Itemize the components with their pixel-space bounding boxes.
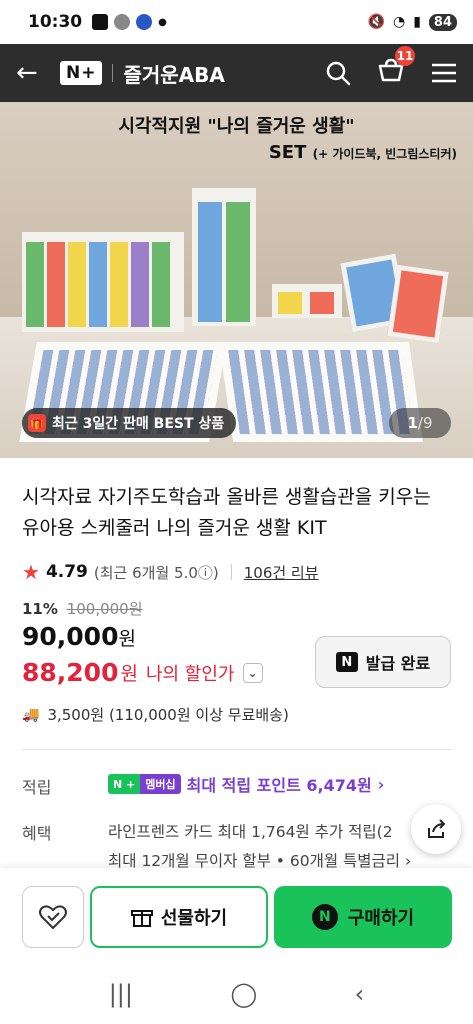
app-header: ← N+ 즐거운ABA 11	[0, 44, 473, 102]
my-price-value: 88,200	[22, 658, 119, 687]
sale-price-value: 90,000	[22, 622, 119, 651]
rating-row: ★ 4.79 (최근 6개월 5.0ⓘ) 106건 리뷰	[22, 560, 319, 584]
image-caption-set-sub: (+ 가이드북, 빈그림스티커)	[312, 147, 457, 161]
my-price-unit: 원	[120, 663, 138, 685]
truck-icon: 🚚	[22, 706, 40, 723]
app-notification-icon	[92, 14, 109, 30]
buy-button-label: 구매하기	[347, 908, 415, 929]
n-logo-icon: N	[335, 652, 358, 672]
easel-card-image	[272, 284, 342, 318]
share-icon	[428, 819, 446, 838]
gift-box-icon	[130, 910, 153, 927]
store-title[interactable]: 즐거운ABA	[123, 59, 224, 88]
membership-badge: N + 멤버십	[108, 774, 181, 794]
cart-button[interactable]: 11	[377, 46, 415, 88]
buy-button[interactable]: N 구매하기	[274, 886, 452, 948]
cup-notification-icon	[114, 14, 131, 30]
more-dot-icon: ●	[158, 16, 167, 28]
system-nav-bar: ||| ◯ ‹	[0, 964, 473, 1024]
points-row[interactable]: N + 멤버십 최대 적립 포인트 6,474원 ›	[108, 772, 384, 796]
gift-button[interactable]: 선물하기	[90, 886, 268, 948]
pager-total: /9	[417, 414, 433, 432]
cart-count-badge: 11	[395, 46, 415, 66]
membership-badge-n: N +	[108, 774, 141, 794]
section-divider	[22, 749, 452, 750]
share-button[interactable]	[411, 804, 461, 854]
points-text: 최대 적립 포인트 6,474원	[186, 776, 372, 795]
gift-button-label: 선물하기	[160, 908, 228, 929]
tall-board-image	[192, 188, 256, 326]
pager-current: 1	[407, 414, 418, 432]
wifi-icon: ◔	[392, 14, 406, 30]
image-caption-set-label: SET	[268, 142, 307, 163]
chevron-down-icon[interactable]: ⌄	[242, 662, 263, 683]
notification-icons: ●	[92, 14, 167, 30]
benefit-label: 혜택	[22, 824, 52, 843]
image-caption-title: 시각적지원 "나의 즐거운 생활"	[118, 116, 355, 137]
membership-badge-label: 멤버십	[140, 774, 181, 794]
original-price: 100,000원	[66, 600, 143, 618]
emotion-cards-image	[340, 253, 449, 348]
search-icon[interactable]	[325, 60, 351, 86]
header-actions: 11	[325, 46, 457, 88]
points-label: 적립	[22, 778, 52, 797]
sale-price: 90,000원	[22, 622, 136, 651]
discount-row: 11% 100,000원	[22, 598, 143, 619]
image-caption-set: SET (+ 가이드북, 빈그림스티커)	[269, 142, 457, 163]
signal-icon: ▮	[413, 14, 421, 30]
rating-recent[interactable]: (최근 6개월 5.0ⓘ)	[94, 562, 219, 583]
color-stripes-image	[26, 242, 170, 327]
review-count-link[interactable]: 106건 리뷰	[244, 562, 319, 583]
wishlist-button[interactable]	[22, 886, 84, 948]
back-arrow-icon[interactable]: ←	[16, 58, 52, 88]
product-title: 시각자료 자기주도학습과 올바른 생활습관을 키우는 유아용 스케줄러 나의 즐…	[22, 486, 431, 539]
sale-price-unit: 원	[118, 628, 136, 650]
coupon-issued-button[interactable]: N 발급 완료	[315, 636, 451, 688]
chevron-right-icon: ›	[377, 774, 385, 794]
menu-icon[interactable]	[431, 62, 457, 84]
coupon-label: 발급 완료	[365, 654, 431, 673]
image-pager: 1/9	[389, 408, 451, 438]
naverpay-icon: N	[311, 904, 338, 930]
my-discount-price: 88,200 원 나의 할인가 ⌄	[22, 658, 263, 687]
system-icons: 🔇 ◔ ▮ 84	[367, 13, 457, 31]
gift-icon: 🎁	[28, 414, 46, 432]
home-icon[interactable]: ◯	[230, 980, 257, 1008]
bottom-action-bar: 선물하기 N 구매하기	[0, 868, 473, 964]
status-time: 10:30	[28, 12, 83, 32]
n-plus-logo[interactable]: N+	[60, 61, 103, 85]
back-nav-icon[interactable]: ‹	[355, 980, 365, 1008]
battery-icon: 84	[428, 13, 457, 31]
discount-rate: 11%	[22, 600, 58, 618]
app-notification-icon-2	[136, 14, 153, 30]
shipping-text: 3,500원 (110,000원 이상 무료배송)	[47, 706, 289, 724]
heart-icon	[39, 905, 67, 930]
mute-icon: 🔇	[367, 14, 385, 30]
star-icon: ★	[22, 560, 40, 584]
best-seller-text: 최근 3일간 판매 BEST 상품	[52, 416, 225, 432]
rating-divider	[230, 564, 232, 580]
my-price-label: 나의 할인가	[145, 663, 235, 685]
shipping-info: 🚚 3,500원 (110,000원 이상 무료배송)	[22, 704, 289, 725]
benefit-line-1: 라인프렌즈 카드 최대 1,764원 추가 적립(2	[108, 823, 393, 841]
product-image-carousel[interactable]: 시각적지원 "나의 즐거운 생활" SET (+ 가이드북, 빈그림스티커) 🎁…	[0, 102, 473, 458]
rating-score: 4.79	[45, 562, 88, 582]
status-bar: 10:30 ● 🔇 ◔ ▮ 84	[0, 0, 473, 44]
recent-apps-icon[interactable]: |||	[109, 980, 133, 1008]
header-divider	[112, 64, 114, 82]
best-seller-badge: 🎁 최근 3일간 판매 BEST 상품	[22, 408, 237, 438]
